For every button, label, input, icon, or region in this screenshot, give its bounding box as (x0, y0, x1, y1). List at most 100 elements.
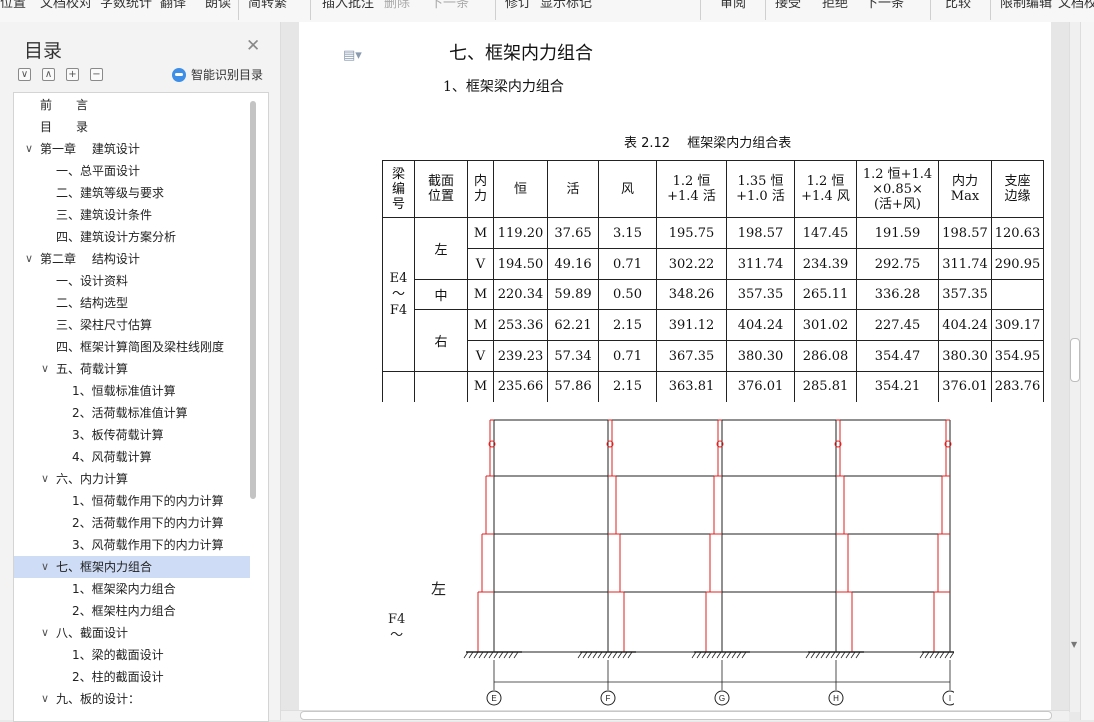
value-cell: 198.57 (938, 217, 992, 249)
support-hatch (711, 651, 717, 659)
ribbon-item-15[interactable]: 比较 (945, 0, 971, 11)
ribbon-item-11[interactable]: 审阅 (720, 0, 746, 11)
toc-item[interactable]: 2、活荷载作用下的内力计算 (14, 512, 250, 534)
chevron-down-icon[interactable]: ∨ (41, 556, 49, 578)
close-icon[interactable]: ✕ (246, 36, 260, 56)
value-cell: 292.75 (856, 248, 939, 280)
toc-item[interactable]: 三、梁柱尺寸估算 (14, 314, 250, 336)
toc-item[interactable]: 三、建筑设计条件 (14, 204, 250, 226)
ribbon-item-8[interactable]: 下一条 (430, 0, 469, 11)
toc-item-label: 九、板的设计： (56, 692, 141, 706)
toc-scrollbar[interactable] (250, 101, 256, 499)
ribbon-item-5[interactable]: 简转繁 (248, 0, 287, 11)
toc-panel: 目录 ✕ ∨ ∧ + − 智能识别目录 前 言目 录 ∨ 第一章 建筑设计 一、总平面… (0, 22, 281, 722)
ribbon-item-3[interactable]: 翻译 (160, 0, 186, 11)
toc-list: 前 言目 录 ∨ 第一章 建筑设计 一、总平面设计 二、建筑等级与要求 三、建筑设计条件四… (13, 92, 269, 722)
beam-id-cell: E4 ～ F4 (382, 217, 415, 372)
add-heading-icon[interactable]: + (66, 68, 79, 81)
toc-item[interactable]: 1、恒荷载作用下的内力计算 (14, 490, 250, 512)
support-hatch (612, 651, 618, 659)
value-cell: 57.86 (547, 371, 599, 402)
ribbon-separator (238, 0, 239, 20)
toc-item[interactable]: 一、设计资料 (14, 270, 250, 292)
value-cell: 354.21 (856, 371, 939, 402)
ribbon-item-13[interactable]: 拒绝 (822, 0, 848, 11)
value-cell: 404.24 (938, 309, 992, 341)
toc-item-label: 1、梁的截面设计 (72, 648, 164, 662)
beam-force-table: 梁 编 号截面 位置内 力恒活风 1.2 恒 +1.4 活 1.35 恒 +1.0 … (382, 160, 1044, 402)
ribbon-item-7[interactable]: 删除 (384, 0, 410, 11)
chevron-down-icon[interactable]: ∨ (41, 688, 49, 710)
chevron-down-icon[interactable]: ∨ (41, 358, 49, 380)
support-hatch (934, 651, 940, 659)
toc-item[interactable]: 3、板传荷载计算 (14, 424, 250, 446)
toc-item[interactable]: ∨ 五、荷载计算 (14, 358, 250, 380)
horizontal-scroll-thumb[interactable] (300, 711, 1052, 720)
ai-icon (172, 67, 186, 82)
value-cell: 195.75 (656, 217, 727, 249)
ribbon-item-4[interactable]: 朗读 (205, 0, 231, 11)
toc-item[interactable]: ∨ 九、板的设计： (14, 688, 250, 710)
toc-item[interactable]: 4、风荷载计算 (14, 446, 250, 468)
toc-item[interactable]: 2、柱的截面设计 (14, 666, 250, 688)
ribbon-item-6[interactable]: 插入批注 (322, 0, 374, 11)
ribbon-item-12[interactable]: 接受 (775, 0, 801, 11)
value-cell: 376.01 (938, 371, 992, 402)
table-header-cell: 风 (598, 160, 657, 218)
value-cell: 191.59 (856, 217, 939, 249)
toc-item[interactable]: 2、框架柱内力组合 (14, 600, 250, 622)
value-cell: 380.30 (726, 340, 795, 372)
toc-item[interactable]: ∨ 第一章 建筑设计 (14, 138, 250, 160)
value-cell: 57.34 (547, 340, 599, 372)
chevron-down-icon[interactable]: ∨ (25, 248, 33, 270)
ribbon-item-14[interactable]: 下一条 (865, 0, 904, 11)
support-hatch (463, 651, 469, 659)
value-cell: 0.50 (598, 279, 657, 310)
toc-item[interactable]: 3、风荷载作用下的内力计算 (14, 534, 250, 556)
ribbon-item-0[interactable]: 位置 (0, 0, 26, 11)
support-hatch (840, 651, 846, 659)
toc-item[interactable]: ∨ 八、截面设计 (14, 622, 250, 644)
value-cell: 311.74 (938, 248, 992, 280)
vertical-scroll-thumb[interactable] (1070, 338, 1080, 382)
ribbon-item-9[interactable]: 修订 (505, 0, 531, 11)
toc-item[interactable]: 1、梁的截面设计 (14, 644, 250, 666)
toc-item[interactable]: 前 言 (14, 94, 250, 116)
support-hatch (805, 651, 811, 659)
chevron-down-icon[interactable]: ∨ (25, 138, 33, 160)
toc-item[interactable]: 四、建筑设计方案分析 (14, 226, 250, 248)
chevron-down-icon[interactable]: ∨ (41, 468, 49, 490)
collapse-all-icon[interactable]: ∨ (18, 68, 31, 81)
toc-item[interactable]: 一、总平面设计 (14, 160, 250, 182)
toc-item[interactable]: 1、恒载标准值计算 (14, 380, 250, 402)
expand-up-icon[interactable]: ∧ (42, 68, 55, 81)
axis-label: G (719, 694, 725, 703)
scroll-down-icon[interactable]: ▼ (1071, 640, 1077, 649)
support-hatch (602, 651, 608, 659)
toc-item[interactable]: 1、框架梁内力组合 (14, 578, 250, 600)
toc-item[interactable]: 2、活荷载标准值计算 (14, 402, 250, 424)
ribbon-item-17[interactable]: 文档校 (1058, 0, 1094, 11)
value-cell: 59.89 (547, 279, 599, 310)
chevron-down-icon[interactable]: ∨ (41, 622, 49, 644)
ribbon-item-1[interactable]: 文档校对 (40, 0, 92, 11)
support-hatch (701, 651, 707, 659)
figure-beam-label: F4 ～ (388, 612, 405, 644)
support-hatch (622, 651, 628, 659)
smart-toc-button[interactable]: 智能识别目录 (172, 66, 263, 83)
value-cell: 253.36 (493, 309, 548, 341)
toc-item[interactable]: 二、结构选型 (14, 292, 250, 314)
toc-item[interactable]: ∨ 七、框架内力组合 (14, 556, 250, 578)
toc-item[interactable]: 二、建筑等级与要求 (14, 182, 250, 204)
toc-item[interactable]: ∨ 第二章 结构设计 (14, 248, 250, 270)
document-options-icon[interactable]: ▤▾ (343, 48, 362, 63)
support-hatch (919, 651, 925, 659)
support-hatch (845, 651, 851, 659)
toc-item[interactable]: 目 录 (14, 116, 250, 138)
toc-item[interactable]: ∨ 六、内力计算 (14, 468, 250, 490)
toc-item[interactable]: 四、框架计算简图及梁柱线刚度 (14, 336, 250, 358)
ribbon-item-2[interactable]: 字数统计 (100, 0, 152, 11)
remove-heading-icon[interactable]: − (90, 68, 103, 81)
ribbon-item-10[interactable]: 显示标记 (540, 0, 592, 11)
ribbon-item-16[interactable]: 限制编辑 (1000, 0, 1052, 11)
